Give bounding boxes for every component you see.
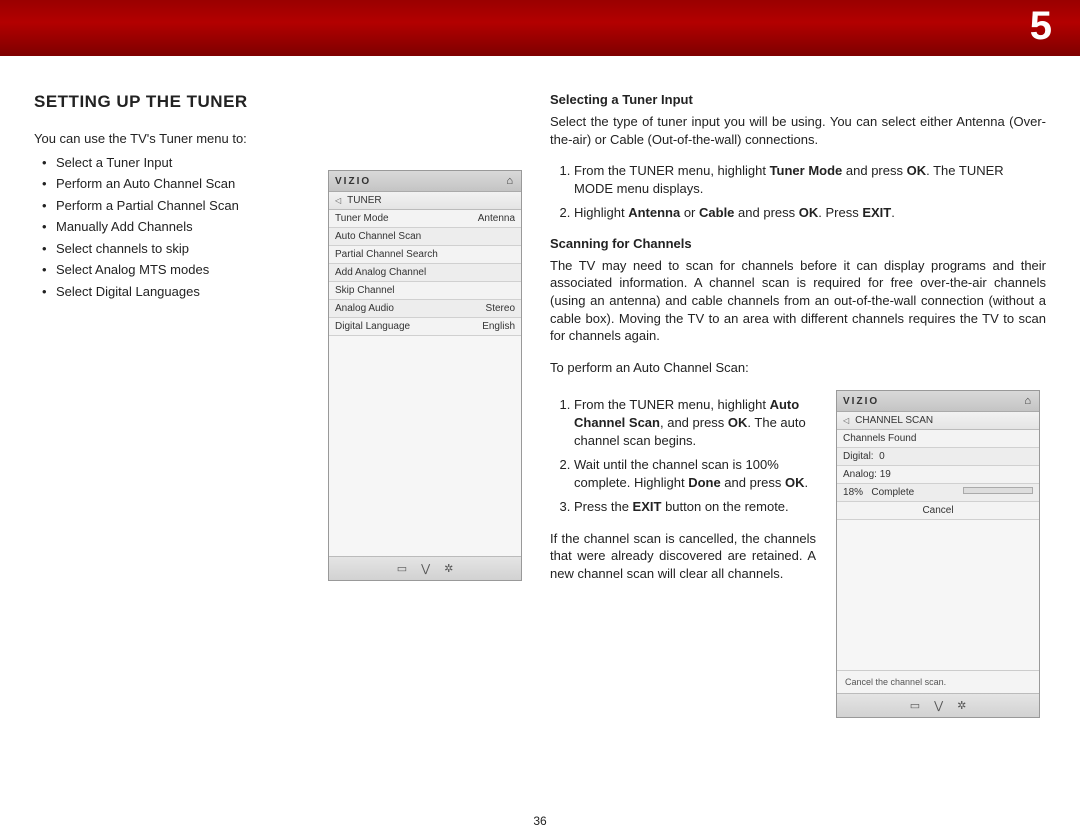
osd-row-label: Analog Audio [335,303,394,314]
osd-row[interactable]: Digital Language English [329,318,521,336]
osd-row-value: Antenna [478,213,515,224]
footer-v-icon: ⋁ [421,562,430,575]
back-icon: ◁ [335,196,341,205]
found-label: Channels Found [843,433,916,444]
step: Press the EXIT button on the remote. [574,498,816,516]
scanning-text: The TV may need to scan for channels bef… [550,257,1046,345]
progress-bar [963,487,1033,494]
scan-percent: 18% [843,487,863,498]
osd-row-label: Add Analog Channel [335,267,426,278]
osd-row-label: Digital Language [335,321,410,332]
osd-row[interactable]: Tuner Mode Antenna [329,210,521,228]
step: Highlight Antenna or Cable and press OK.… [574,204,1046,222]
section-heading: SETTING UP THE TUNER [34,92,522,112]
footer-gear-icon: ✲ [957,699,966,712]
selecting-steps: From the TUNER menu, highlight Tuner Mod… [550,162,1046,222]
osd-brand: VIZIO [843,396,879,407]
scanning-tail: If the channel scan is cancelled, the ch… [550,530,816,583]
digital-label: Digital: [843,451,874,462]
osd-row[interactable]: Analog Audio Stereo [329,300,521,318]
scanning-steps: From the TUNER menu, highlight Auto Chan… [550,396,816,516]
osd-row-value: English [482,321,515,332]
scanning-lead: To perform an Auto Channel Scan: [550,359,1046,377]
osd-crumb: CHANNEL SCAN [855,415,933,426]
osd-row[interactable]: Add Analog Channel [329,264,521,282]
home-icon: ⌂ [506,175,515,187]
left-column: SETTING UP THE TUNER You can use the TV'… [34,92,522,718]
osd-tuner-menu: VIZIO ⌂ ◁ TUNER Tuner Mode Antenna Auto Ch… [328,170,522,581]
osd-row-label: Auto Channel Scan [335,231,421,242]
right-column: Selecting a Tuner Input Select the type … [550,92,1046,718]
footer-cc-icon: ▭ [910,699,920,712]
subheading-selecting: Selecting a Tuner Input [550,92,1046,107]
intro-text: You can use the TV's Tuner menu to: [34,130,522,148]
osd-row-label: Tuner Mode [335,213,389,224]
complete-label: Complete [871,487,914,498]
home-icon: ⌂ [1024,395,1033,407]
chapter-banner: 5 [0,0,1080,56]
analog-value: 19 [880,469,891,480]
osd-row-value: Stereo [486,303,515,314]
osd-row-label: Skip Channel [335,285,394,296]
footer-v-icon: ⋁ [934,699,943,712]
page-number: 36 [533,814,546,828]
osd-brand: VIZIO [335,176,371,187]
chapter-number: 5 [1030,4,1052,49]
subheading-scanning: Scanning for Channels [550,236,1046,251]
back-icon: ◁ [843,416,849,425]
step: From the TUNER menu, highlight Auto Chan… [574,396,816,450]
digital-value: 0 [879,451,885,462]
analog-label: Analog: [843,469,877,480]
osd-row[interactable]: Auto Channel Scan [329,228,521,246]
cancel-button[interactable]: Cancel [922,505,953,516]
selecting-text: Select the type of tuner input you will … [550,113,1046,148]
osd-channel-scan: VIZIO ⌂ ◁ CHANNEL SCAN Channels Found Di… [836,390,1040,718]
footer-cc-icon: ▭ [397,562,407,575]
footer-gear-icon: ✲ [444,562,453,575]
bullet-item: Select a Tuner Input [56,154,522,172]
page-body: SETTING UP THE TUNER You can use the TV'… [0,56,1080,834]
osd-row[interactable]: Skip Channel [329,282,521,300]
osd-row[interactable]: Partial Channel Search [329,246,521,264]
osd-row-label: Partial Channel Search [335,249,438,260]
osd-hint: Cancel the channel scan. [837,670,1039,693]
step: From the TUNER menu, highlight Tuner Mod… [574,162,1046,198]
osd-crumb: TUNER [347,195,381,206]
step: Wait until the channel scan is 100% comp… [574,456,816,492]
